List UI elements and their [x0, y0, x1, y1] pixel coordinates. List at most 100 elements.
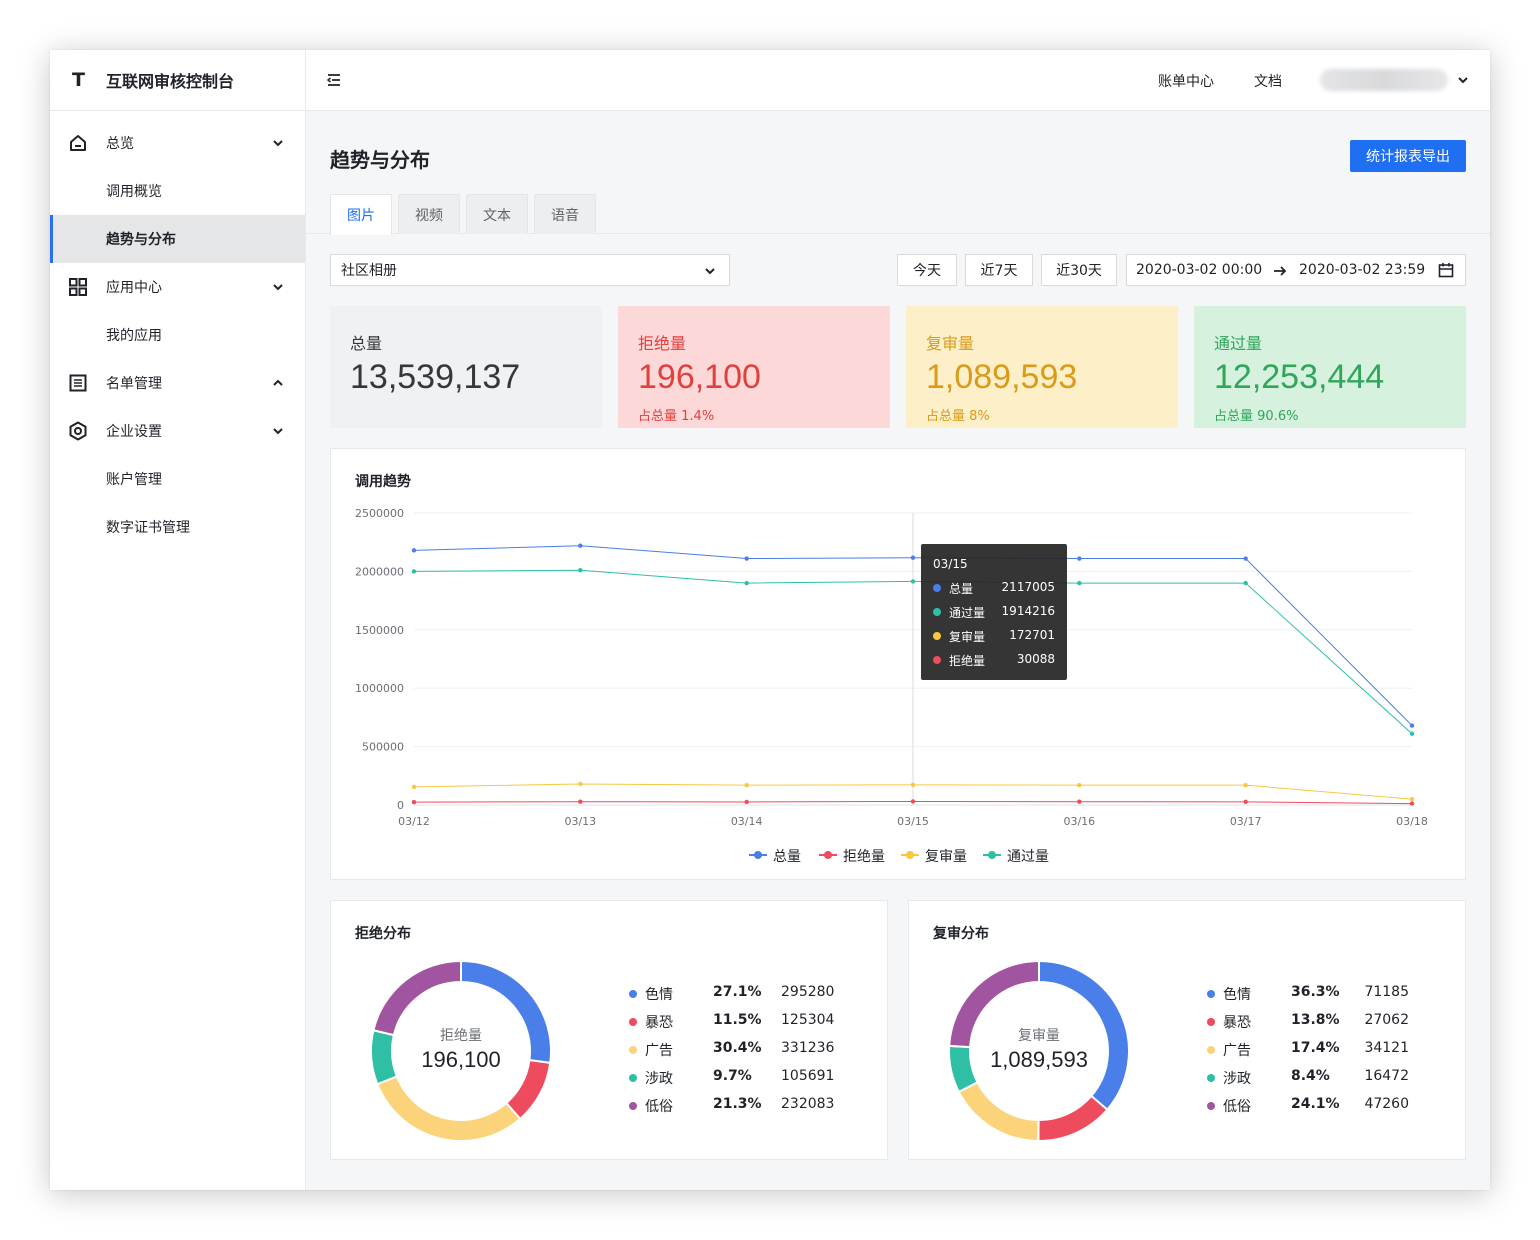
- tab-audio[interactable]: 语音: [534, 194, 596, 234]
- distribution-legend-row[interactable]: 低俗 24.1% 47260: [1207, 1096, 1427, 1116]
- category-name: 广告: [645, 1043, 673, 1059]
- tab-text[interactable]: 文本: [466, 194, 528, 234]
- date-range-picker[interactable]: 2020-03-02 00:00 2020-03-02 23:59: [1126, 254, 1466, 286]
- legend-dot-icon: [629, 990, 637, 998]
- data-point[interactable]: [411, 784, 417, 790]
- sidebar-item-enterprise-settings[interactable]: 企业设置: [50, 407, 305, 455]
- sidebar-item-account-management[interactable]: 账户管理: [50, 455, 305, 503]
- tooltip-series-name: 总量: [949, 582, 974, 596]
- sidebar-item-certificate-management[interactable]: 数字证书管理: [50, 503, 305, 551]
- legend-dot-icon: [1207, 1046, 1215, 1054]
- chevron-down-icon[interactable]: [1456, 73, 1470, 87]
- data-point[interactable]: [1077, 782, 1082, 788]
- data-point[interactable]: [1409, 723, 1415, 728]
- distribution-legend-row[interactable]: 涉政 9.7% 105691: [629, 1068, 849, 1088]
- data-point[interactable]: [578, 799, 583, 804]
- stat-share-value: 1.4%: [681, 409, 715, 424]
- data-point[interactable]: [744, 556, 749, 561]
- tab-video[interactable]: 视频: [398, 194, 460, 234]
- app-select[interactable]: 社区相册: [330, 254, 730, 286]
- category-count: 125304: [781, 1012, 835, 1028]
- distribution-legend-row[interactable]: 广告 30.4% 331236: [629, 1040, 849, 1060]
- category-percent: 17.4%: [1291, 1040, 1340, 1056]
- data-point[interactable]: [910, 579, 916, 584]
- arrow-right-icon: [1274, 266, 1287, 276]
- category-name: 色情: [1223, 987, 1251, 1003]
- menu-fold-icon[interactable]: [326, 72, 342, 88]
- data-point[interactable]: [411, 569, 417, 574]
- stat-card-passed: 通过量 12,253,444 占总量 90.6%: [1194, 306, 1466, 428]
- distribution-legend-row[interactable]: 色情 36.3% 71185: [1207, 984, 1427, 1004]
- today-button[interactable]: 今天: [897, 254, 957, 286]
- distribution-legend-row[interactable]: 暴恐 11.5% 125304: [629, 1012, 849, 1032]
- tab-image[interactable]: 图片: [330, 194, 392, 235]
- stat-share-label: 占总量: [926, 409, 966, 424]
- distribution-legend-row[interactable]: 暴恐 13.8% 27062: [1207, 1012, 1427, 1032]
- legend-dot-icon: [933, 656, 941, 664]
- data-point[interactable]: [411, 548, 417, 553]
- distribution-legend-row[interactable]: 色情 27.1% 295280: [629, 984, 849, 1004]
- sidebar-item-label: 账户管理: [106, 472, 162, 488]
- user-account-menu[interactable]: [1320, 69, 1448, 91]
- data-point[interactable]: [411, 799, 417, 805]
- sidebar-item-label: 名单管理: [106, 376, 162, 392]
- donut-slice[interactable]: [1037, 1094, 1109, 1142]
- data-point[interactable]: [744, 799, 749, 805]
- chevron-down-icon: [273, 140, 283, 147]
- data-point[interactable]: [1409, 796, 1415, 802]
- sidebar-item-trend[interactable]: 趋势与分布: [50, 215, 305, 263]
- data-point[interactable]: [578, 781, 583, 787]
- last-30-days-button[interactable]: 近30天: [1041, 254, 1117, 286]
- distribution-legend-row[interactable]: 涉政 8.4% 16472: [1207, 1068, 1427, 1088]
- data-point[interactable]: [1077, 799, 1082, 804]
- x-tick-label: 03/12: [398, 815, 430, 828]
- distribution-legend-row[interactable]: 低俗 21.3% 232083: [629, 1096, 849, 1116]
- sidebar-menu: 总览 调用概览 趋势与分布 应用中心 我的应用 名单管理 企业设置 账户管理 数…: [50, 111, 305, 551]
- docs-link[interactable]: 文档: [1254, 71, 1282, 91]
- date-start: 2020-03-02 00:00: [1136, 262, 1263, 278]
- category-count: 331236: [781, 1040, 835, 1056]
- sidebar-item-my-apps[interactable]: 我的应用: [50, 311, 305, 359]
- legend-dot-icon: [1207, 1018, 1215, 1026]
- top-bar: 账单中心 文档: [306, 50, 1490, 111]
- donut-slice[interactable]: [376, 1075, 522, 1142]
- data-point[interactable]: [744, 782, 749, 788]
- data-point[interactable]: [744, 580, 749, 586]
- settings-icon: [68, 421, 88, 441]
- legend-dot-icon: [988, 851, 996, 859]
- last-7-days-button[interactable]: 近7天: [965, 254, 1033, 286]
- tooltip-series-value: 1914216: [1001, 604, 1055, 618]
- trend-line-chart[interactable]: 2500000 2000000 1500000 1000000 500000 0 03/12…: [331, 449, 1467, 881]
- data-point[interactable]: [1409, 801, 1415, 806]
- chevron-up-icon: [273, 379, 283, 386]
- data-point[interactable]: [1243, 782, 1248, 788]
- sidebar-item-app-center[interactable]: 应用中心: [50, 263, 305, 311]
- stat-card-review: 复审量 1,089,593 占总量 8%: [906, 306, 1178, 428]
- sidebar-item-list-management[interactable]: 名单管理: [50, 359, 305, 407]
- chevron-down-icon: [273, 284, 283, 291]
- chevron-down-icon: [273, 428, 283, 435]
- data-point[interactable]: [1077, 556, 1082, 561]
- date-end: 2020-03-02 23:59: [1299, 262, 1426, 278]
- data-point[interactable]: [1243, 580, 1248, 586]
- sidebar-item-label: 应用中心: [106, 280, 162, 296]
- data-point[interactable]: [578, 543, 583, 548]
- data-point[interactable]: [1409, 731, 1415, 736]
- data-point[interactable]: [1243, 556, 1248, 561]
- data-point[interactable]: [1077, 580, 1082, 586]
- export-report-button[interactable]: 统计报表导出: [1350, 140, 1466, 172]
- data-point[interactable]: [910, 782, 916, 788]
- donut-slice[interactable]: [957, 1080, 1040, 1143]
- data-point[interactable]: [1243, 799, 1248, 805]
- data-point[interactable]: [910, 555, 916, 560]
- data-point[interactable]: [910, 799, 916, 804]
- legend-dot-icon: [629, 1074, 637, 1082]
- brand[interactable]: T 互联网审核控制台: [50, 50, 305, 111]
- stat-label: 通过量: [1214, 334, 1263, 353]
- distribution-legend-row[interactable]: 广告 17.4% 34121: [1207, 1040, 1427, 1060]
- billing-center-link[interactable]: 账单中心: [1158, 71, 1214, 91]
- data-point[interactable]: [578, 568, 583, 573]
- sidebar-item-usage-overview[interactable]: 调用概览: [50, 167, 305, 215]
- sidebar-item-overview[interactable]: 总览: [50, 119, 305, 167]
- donut-slice[interactable]: [372, 959, 462, 1037]
